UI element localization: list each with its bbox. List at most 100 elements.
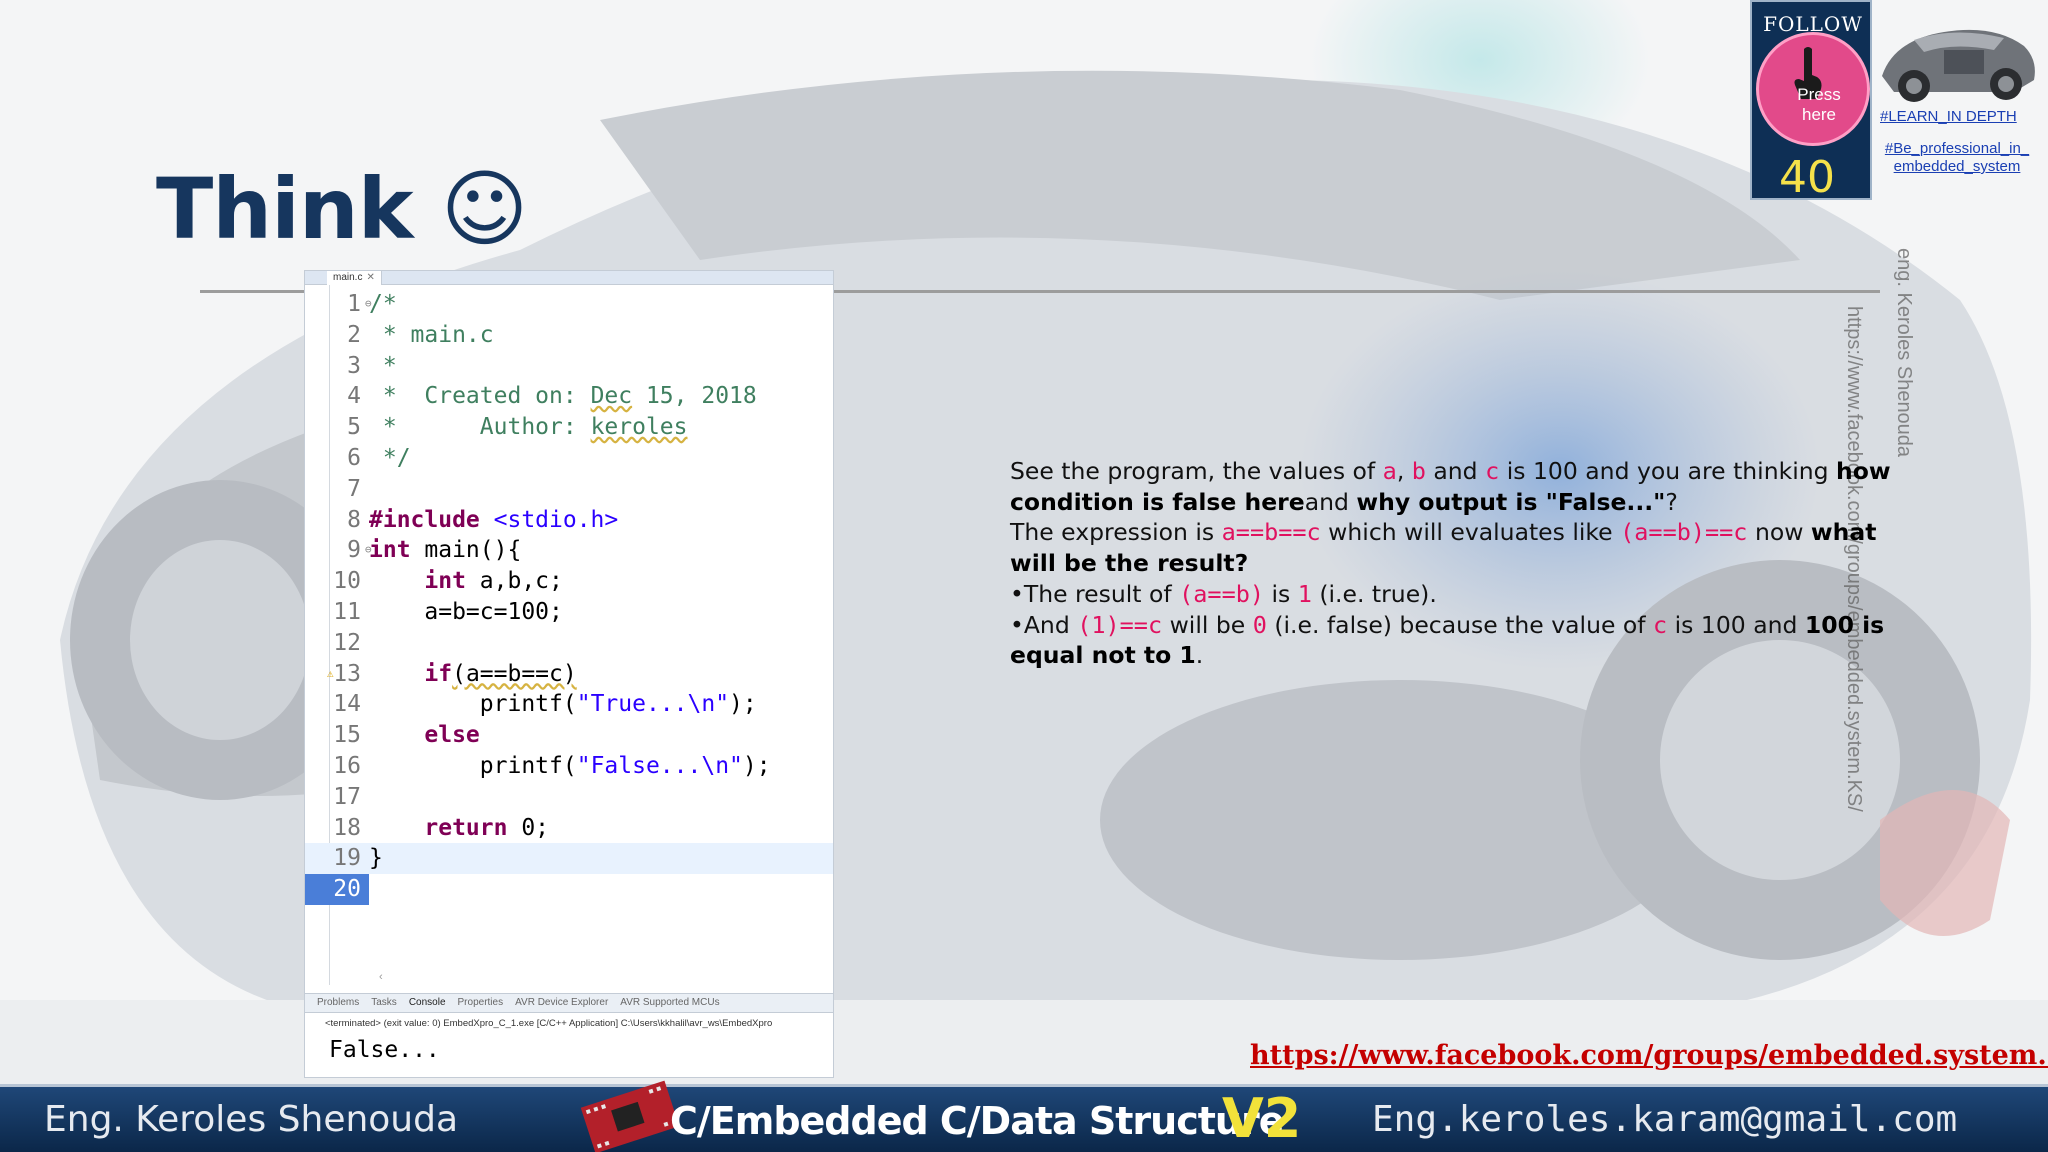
console-output: False... xyxy=(329,1037,440,1063)
code-line[interactable]: 3 * xyxy=(305,351,833,382)
code-line[interactable]: 12 xyxy=(305,628,833,659)
code-token: Dec xyxy=(590,383,633,410)
code-line[interactable]: 2 * main.c xyxy=(305,320,833,351)
line-number: 4 xyxy=(347,383,361,410)
follow-us-badge[interactable]: FOLLOW US Press here 40 xyxy=(1750,0,1872,203)
code-token: * Created on: xyxy=(369,383,591,410)
code-token: * main.c xyxy=(369,321,494,348)
code-token: 0; xyxy=(507,814,550,841)
code-line[interactable]: 19} xyxy=(305,843,833,875)
code-token: /* xyxy=(369,291,397,317)
code-token: } xyxy=(369,845,383,872)
code-token: <stdio.h> xyxy=(479,506,619,533)
code-line[interactable]: ⊖ 1 /* xyxy=(305,289,833,320)
editor-tab-bar: main.c ✕ xyxy=(305,271,833,285)
code-line[interactable]: 8 #include <stdio.h> xyxy=(305,505,833,536)
code-editor[interactable]: ⊖ 1/* 2 * main.c 3 * 4 * Created on: Dec 15,… xyxy=(305,289,833,905)
code-line[interactable]: ⊖ 9 int main(){ xyxy=(305,535,833,566)
line-number: 18 xyxy=(333,814,361,841)
line-number: 16 xyxy=(333,752,361,779)
code-token: ); xyxy=(742,752,771,779)
line-number: 1 xyxy=(347,291,361,317)
code-token: */ xyxy=(369,444,411,471)
line-number: 13 xyxy=(333,660,361,687)
code-line[interactable]: 18 return 0; xyxy=(305,813,833,844)
slide-title: Think ☺ xyxy=(156,160,528,258)
code-token: * Author: xyxy=(369,414,591,441)
code-token: printf( xyxy=(369,691,577,718)
tab-main-c[interactable]: main.c ✕ xyxy=(327,271,382,285)
code-token: (a==b==c) xyxy=(452,660,577,687)
code-token: a=b=c=100; xyxy=(369,598,563,625)
author-watermark: eng. Keroles Shenouda xyxy=(1893,248,1915,458)
line-number: 14 xyxy=(333,691,361,718)
line-number: 12 xyxy=(333,629,361,656)
code-token: "True...\n" xyxy=(576,691,730,718)
tab-main-c-label: main.c xyxy=(333,272,363,283)
code-token: #include xyxy=(369,506,480,533)
warning-icon[interactable]: ⚠ xyxy=(327,659,334,690)
console-tab-properties[interactable]: Properties xyxy=(458,994,504,1012)
line-number: 19 xyxy=(333,845,361,872)
code-token: else xyxy=(424,722,480,749)
line-number: 9 xyxy=(347,537,361,564)
code-line[interactable]: 14 printf("True...\n"); xyxy=(305,689,833,720)
console-tab-avr-device-explorer[interactable]: AVR Device Explorer xyxy=(515,994,608,1012)
line-number: 20 xyxy=(305,874,369,905)
code-token: return xyxy=(424,814,508,841)
line-number: 8 xyxy=(347,506,361,533)
console-tab-avr-supported-mcus[interactable]: AVR Supported MCUs xyxy=(620,994,719,1012)
footer-course-title: C/Embedded C/Data Structure xyxy=(670,1099,1284,1143)
line-number: 6 xyxy=(347,444,361,471)
code-line[interactable]: 6 */ xyxy=(305,443,833,474)
facebook-group-link[interactable]: https://www.facebook.com/groups/embedded… xyxy=(1250,1040,2048,1071)
ide-code-panel: main.c ✕ ⊖ 1/* 2 * main.c 3 * 4 * Created on:… xyxy=(304,270,834,1078)
code-token: int xyxy=(369,537,411,564)
fold-icon[interactable]: ⊖ xyxy=(365,289,372,320)
line-number: 3 xyxy=(347,352,361,379)
footer-bar: Eng. Keroles Shenouda C/Embedded C/Data … xyxy=(0,1080,2048,1152)
console-tab-console[interactable]: Console xyxy=(409,994,446,1012)
explanation-paragraph-3: •The result of (a==b) is 1 (i.e. true). xyxy=(1010,579,1437,608)
code-token: printf( xyxy=(369,752,577,779)
line-number: 15 xyxy=(333,722,361,749)
footer-version: V2 xyxy=(1222,1087,1302,1150)
line-number: 17 xyxy=(333,783,361,810)
car-thumbnail-image xyxy=(1874,10,2040,106)
press-here-label: Press here xyxy=(1797,85,1841,124)
line-number: 10 xyxy=(333,568,361,595)
code-line[interactable]: 16 printf("False...\n"); xyxy=(305,751,833,782)
close-icon[interactable]: ✕ xyxy=(366,272,374,283)
press-here-button[interactable]: Press here xyxy=(1756,32,1870,146)
be-professional-link[interactable]: #Be_professional_in_ embedded_system xyxy=(1882,140,2032,176)
code-token: ); xyxy=(729,691,757,718)
code-line[interactable]: 4 * Created on: Dec 15, 2018 xyxy=(305,381,833,412)
code-line[interactable]: 10 int a,b,c; xyxy=(305,566,833,597)
explanation-text: See the program, the values of a, b and … xyxy=(1010,456,1910,671)
console-tab-tasks[interactable]: Tasks xyxy=(371,994,397,1012)
code-line[interactable]: 15 else xyxy=(305,720,833,751)
code-token: main(){ xyxy=(410,537,522,564)
code-line[interactable]: 11 a=b=c=100; xyxy=(305,597,833,628)
line-number: 11 xyxy=(333,598,361,625)
code-token: "False...\n" xyxy=(576,752,743,779)
line-number: 2 xyxy=(347,321,361,348)
code-token: * xyxy=(369,352,397,379)
fold-icon[interactable]: ⊖ xyxy=(365,535,372,566)
code-line[interactable]: 20 xyxy=(305,874,833,905)
code-line[interactable]: 5 * Author: keroles xyxy=(305,412,833,443)
code-line[interactable]: 7 xyxy=(305,474,833,505)
line-number: 7 xyxy=(347,475,361,502)
line-number: 5 xyxy=(347,414,361,441)
explanation-paragraph-1: See the program, the values of a, b and … xyxy=(1010,457,1891,516)
code-line[interactable]: ⚠ 13 if(a==b==c) xyxy=(305,659,833,690)
horizontal-scrollbar[interactable]: ‹ xyxy=(379,971,829,983)
console-tab-problems[interactable]: Problems xyxy=(317,994,359,1012)
learn-in-depth-link[interactable]: #LEARN_IN DEPTH xyxy=(1880,108,2017,125)
code-token: int xyxy=(424,568,466,595)
code-line[interactable]: 17 xyxy=(305,782,833,813)
